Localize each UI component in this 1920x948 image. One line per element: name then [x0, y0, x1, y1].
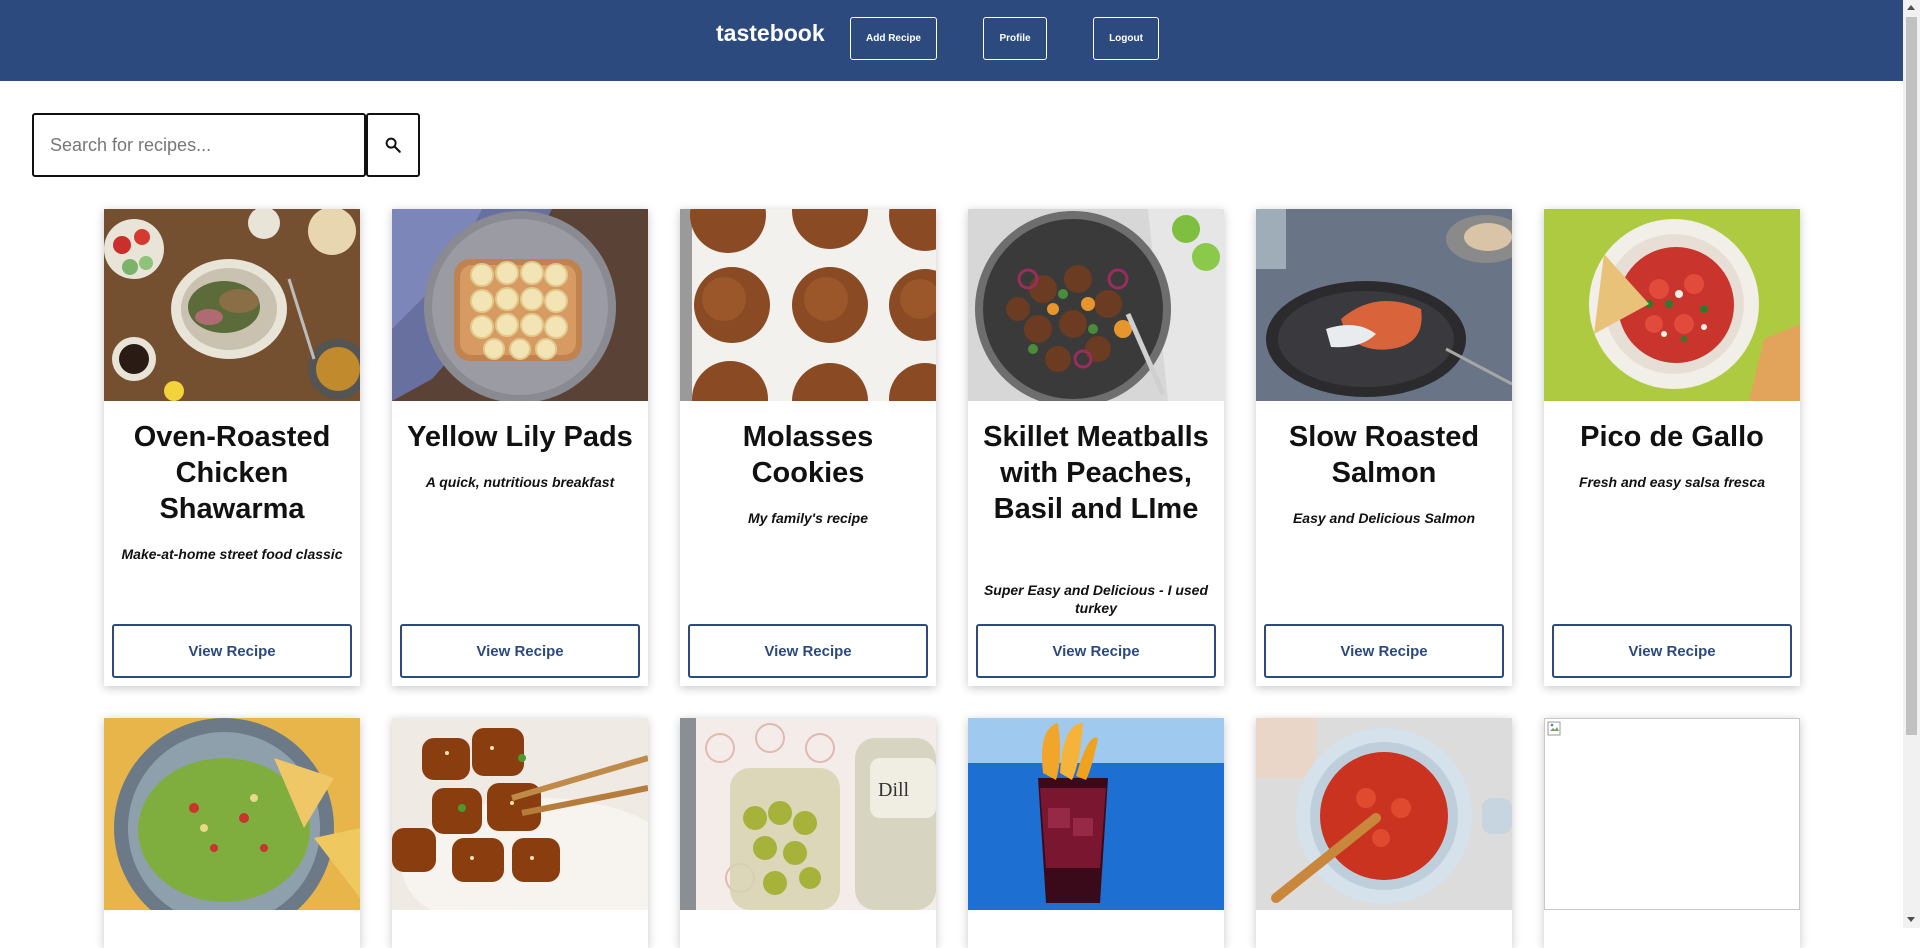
recipe-title: Skillet Meatballs with Peaches, Basil an… — [983, 421, 1209, 525]
search-button[interactable] — [366, 113, 420, 177]
search-bar — [32, 113, 420, 177]
scroll-thumb[interactable] — [1906, 17, 1917, 735]
add-recipe-button[interactable]: Add Recipe — [850, 17, 937, 60]
recipe-title: Oven-Roasted Chicken Shawarma — [133, 421, 331, 525]
recipe-title: Yellow Lily Pads — [407, 421, 633, 453]
recipe-title: Slow Roasted Salmon — [1288, 421, 1480, 489]
recipe-card: Pico de Gallo Fresh and easy salsa fresc… — [1544, 209, 1800, 686]
recipe-card: Dill — [680, 718, 936, 948]
recipe-subtitle: Easy and Delicious Salmon — [1292, 510, 1476, 526]
pickle-jars-photo[interactable]: Dill — [680, 718, 936, 910]
scroll-up-arrow-icon[interactable] — [1907, 5, 1915, 10]
molasses-cookies-photo[interactable] — [680, 209, 936, 401]
pico-de-gallo-photo[interactable] — [1544, 209, 1800, 401]
cocktail-photo[interactable] — [968, 718, 1224, 910]
recipe-subtitle: Make-at-home street food classic — [121, 546, 343, 562]
recipe-subtitle: Fresh and easy salsa fresca — [1578, 474, 1765, 490]
view-recipe-button[interactable]: View Recipe — [112, 624, 352, 678]
recipe-subtitle: A quick, nutritious breakfast — [425, 474, 615, 490]
top-navbar: tastebook Add Recipe Profile Logout — [0, 0, 1903, 81]
brand-logo[interactable]: tastebook — [716, 20, 825, 47]
recipe-card — [1544, 718, 1800, 948]
recipe-card: Molasses Cookies My family's recipe View… — [680, 209, 936, 686]
search-input[interactable] — [32, 113, 366, 177]
recipe-subtitle: Super Easy and Delicious - I used turkey — [983, 582, 1209, 616]
recipe-title: Pico de Gallo — [1580, 421, 1764, 453]
search-icon — [385, 137, 401, 153]
page-scrollbar[interactable] — [1903, 0, 1920, 928]
tomato-sauce-photo[interactable] — [1256, 718, 1512, 910]
banana-toast-photo[interactable] — [392, 209, 648, 401]
sesame-chicken-photo[interactable] — [392, 718, 648, 910]
view-recipe-button[interactable]: View Recipe — [976, 624, 1216, 678]
view-recipe-button[interactable]: View Recipe — [400, 624, 640, 678]
recipe-card — [392, 718, 648, 948]
recipe-title: Molasses Cookies — [742, 421, 874, 489]
recipe-card: Yellow Lily Pads A quick, nutritious bre… — [392, 209, 648, 686]
view-recipe-button[interactable]: View Recipe — [1552, 624, 1792, 678]
meatball-skillet-photo[interactable] — [968, 209, 1224, 401]
recipe-card — [1256, 718, 1512, 948]
roasted-salmon-photo[interactable] — [1256, 209, 1512, 401]
recipe-card: Slow Roasted Salmon Easy and Delicious S… — [1256, 209, 1512, 686]
recipe-card — [968, 718, 1224, 948]
logout-button[interactable]: Logout — [1093, 17, 1159, 60]
recipe-card — [104, 718, 360, 948]
jar-label-text: Dill — [878, 779, 910, 801]
chicken-shawarma-photo[interactable] — [104, 209, 360, 401]
recipe-card: Oven-Roasted Chicken Shawarma Make-at-ho… — [104, 209, 360, 686]
scroll-down-arrow-icon[interactable] — [1907, 917, 1915, 922]
broken-image-icon — [1547, 721, 1561, 736]
guacamole-photo[interactable] — [104, 718, 360, 910]
view-recipe-button[interactable]: View Recipe — [1264, 624, 1504, 678]
view-recipe-button[interactable]: View Recipe — [688, 624, 928, 678]
broken-image-placeholder[interactable] — [1544, 718, 1800, 910]
profile-button[interactable]: Profile — [983, 17, 1047, 60]
recipe-subtitle: My family's recipe — [747, 510, 869, 526]
recipe-card: Skillet Meatballs with Peaches, Basil an… — [968, 209, 1224, 686]
